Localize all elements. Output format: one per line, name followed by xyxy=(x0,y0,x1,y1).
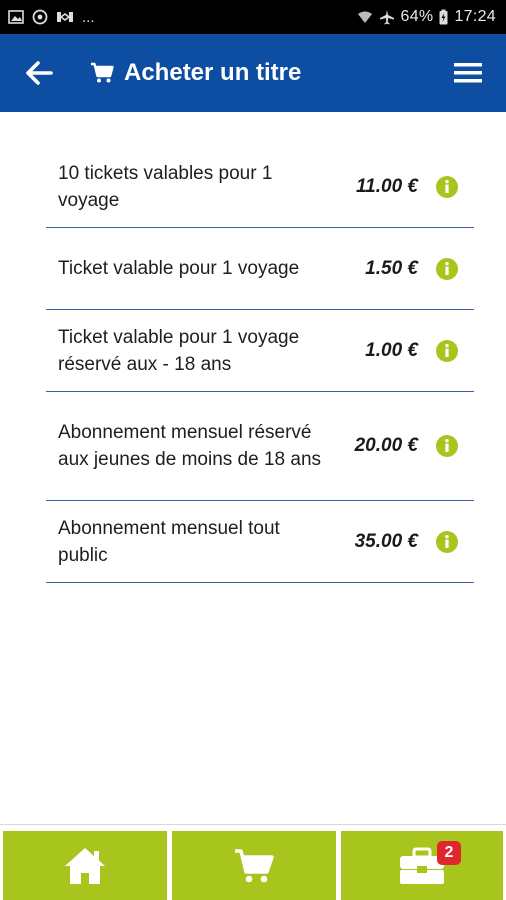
page-title: Acheter un titre xyxy=(124,59,302,86)
ticket-list: 10 tickets valables pour 1 voyage 11.00 … xyxy=(46,146,474,583)
battery-charging-icon xyxy=(439,9,448,25)
app-notification-icon xyxy=(57,12,73,22)
clock-time: 17:24 xyxy=(454,8,496,25)
hamburger-menu-icon[interactable] xyxy=(454,62,482,84)
cart-icon xyxy=(91,62,114,83)
info-icon[interactable] xyxy=(436,175,458,198)
ticket-row[interactable]: Abonnement mensuel réservé aux jeunes de… xyxy=(46,392,474,501)
ticket-row[interactable]: Ticket valable pour 1 voyage réservé aux… xyxy=(46,310,474,392)
ticket-label: Ticket valable pour 1 voyage réservé aux… xyxy=(58,326,300,375)
ticket-label: Abonnement mensuel tout public xyxy=(58,517,280,566)
home-icon xyxy=(65,848,105,884)
ticket-row[interactable]: Ticket valable pour 1 voyage 1.50 € xyxy=(46,228,474,310)
airplane-mode-icon xyxy=(379,10,394,25)
arrow-left-icon[interactable] xyxy=(24,58,54,88)
wifi-icon xyxy=(357,11,372,23)
ticket-label: Abonnement mensuel réservé aux jeunes de… xyxy=(58,422,322,470)
status-right-icons: 64% 17:24 xyxy=(357,0,496,34)
ticket-label: 10 tickets valables pour 1 voyage xyxy=(58,162,273,211)
ticket-price: 20.00 € xyxy=(354,435,418,456)
cart-button[interactable] xyxy=(172,831,336,900)
ticket-price: 1.50 € xyxy=(365,257,418,279)
status-left-icons: ... xyxy=(8,0,95,34)
status-bar: ... 64% 17:24 xyxy=(0,0,506,34)
title-group: Acheter un titre xyxy=(90,34,301,112)
battery-percent: 64% xyxy=(400,8,434,25)
more-notifications-indicator: ... xyxy=(82,8,95,26)
info-icon[interactable] xyxy=(436,530,458,553)
image-notification-icon xyxy=(8,10,24,24)
cart-count-badge: 2 xyxy=(437,841,461,865)
settings-notification-icon xyxy=(32,9,48,25)
ticket-price: 11.00 € xyxy=(356,175,418,197)
ticket-price: 1.00 € xyxy=(365,339,418,361)
toolbox-button[interactable]: 2 xyxy=(341,831,503,900)
ticket-row[interactable]: Abonnement mensuel tout public 35.00 € xyxy=(46,501,474,583)
info-icon[interactable] xyxy=(436,435,458,457)
home-button[interactable] xyxy=(3,831,167,900)
info-icon[interactable] xyxy=(436,339,458,362)
info-icon[interactable] xyxy=(436,257,458,280)
cart-icon xyxy=(235,849,274,883)
ticket-row[interactable]: 10 tickets valables pour 1 voyage 11.00 … xyxy=(46,146,474,228)
ticket-label: Ticket valable pour 1 voyage xyxy=(58,258,300,279)
app-bar: Acheter un titre xyxy=(0,34,506,112)
ticket-price: 35.00 € xyxy=(354,530,418,552)
bottom-nav: 2 xyxy=(0,824,506,900)
